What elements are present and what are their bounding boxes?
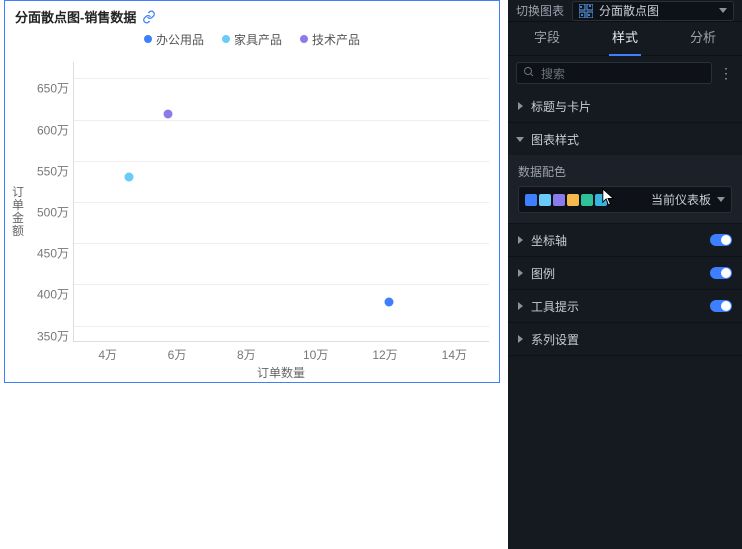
chart-title: 分面散点图-销售数据 bbox=[15, 7, 136, 26]
data-point[interactable] bbox=[163, 109, 172, 118]
chevron-right-icon bbox=[518, 236, 523, 244]
chevron-right-icon bbox=[518, 302, 523, 310]
palette-swatch bbox=[595, 194, 607, 206]
panel-tabs: 字段 样式 分析 bbox=[508, 22, 742, 56]
section-tooltip[interactable]: 工具提示 bbox=[508, 290, 742, 322]
palette-swatch bbox=[581, 194, 593, 206]
section-label: 坐标轴 bbox=[531, 232, 567, 249]
palette-swatch bbox=[553, 194, 565, 206]
legend-dot-icon bbox=[222, 35, 230, 43]
switch-label: 切换图表 bbox=[516, 2, 564, 19]
xtick-label: 14万 bbox=[442, 346, 467, 363]
legend-label: 办公用品 bbox=[156, 31, 204, 48]
data-color-label: 数据配色 bbox=[518, 163, 732, 180]
legend-item[interactable]: 办公用品 bbox=[144, 31, 204, 48]
palette-swatch bbox=[567, 194, 579, 206]
link-icon[interactable] bbox=[142, 10, 156, 24]
search-icon bbox=[523, 66, 535, 81]
legend-label: 家具产品 bbox=[234, 31, 282, 48]
xtick-label: 4万 bbox=[98, 346, 117, 363]
legend-dot-icon bbox=[144, 35, 152, 43]
toggle-legend[interactable] bbox=[710, 267, 732, 279]
section-label: 图例 bbox=[531, 265, 555, 282]
search-input[interactable]: 搜索 bbox=[516, 62, 712, 84]
legend-dot-icon bbox=[300, 35, 308, 43]
chevron-right-icon bbox=[518, 269, 523, 277]
data-point[interactable] bbox=[125, 173, 134, 182]
section-title-card[interactable]: 标题与卡片 bbox=[508, 90, 742, 122]
property-panel: 切换图表 分面散点图 字段 样式 分析 搜索 ⋮ 标题与卡片 bbox=[508, 0, 742, 549]
section-label: 系列设置 bbox=[531, 331, 579, 348]
ytick-label: 550万 bbox=[37, 162, 69, 179]
chevron-down-icon bbox=[719, 8, 727, 13]
chart-card[interactable]: 分面散点图-销售数据 办公用品 家具产品 技术产品 bbox=[4, 0, 500, 383]
xtick-label: 10万 bbox=[303, 346, 328, 363]
yaxis-title: 订单金额 bbox=[11, 186, 25, 238]
ytick-label: 400万 bbox=[37, 286, 69, 303]
data-color-block: 数据配色 当前仪表板 bbox=[508, 155, 742, 223]
chart-legend: 办公用品 家具产品 技术产品 bbox=[5, 26, 499, 52]
palette-swatch bbox=[539, 194, 551, 206]
section-label: 图表样式 bbox=[531, 131, 579, 148]
tab-style[interactable]: 样式 bbox=[586, 22, 664, 55]
search-placeholder: 搜索 bbox=[541, 65, 565, 82]
palette-swatch bbox=[525, 194, 537, 206]
faceted-scatter-icon bbox=[579, 4, 593, 18]
tab-fields[interactable]: 字段 bbox=[508, 22, 586, 55]
ytick-label: 650万 bbox=[37, 80, 69, 97]
chart-type-switcher: 切换图表 分面散点图 bbox=[508, 0, 742, 22]
chevron-down-icon bbox=[516, 137, 524, 142]
chevron-down-icon bbox=[717, 197, 725, 202]
data-point[interactable] bbox=[385, 298, 394, 307]
ytick-label: 450万 bbox=[37, 245, 69, 262]
ytick-label: 500万 bbox=[37, 204, 69, 221]
chart-type-value: 分面散点图 bbox=[599, 2, 659, 19]
section-series-config[interactable]: 系列设置 bbox=[508, 323, 742, 355]
xtick-label: 8万 bbox=[237, 346, 256, 363]
section-label: 工具提示 bbox=[531, 298, 579, 315]
section-legend[interactable]: 图例 bbox=[508, 257, 742, 289]
xaxis-title: 订单数量 bbox=[73, 364, 489, 381]
chart-plot: 订单金额 650万 600万 550万 500万 450万 400万 350万 4万 6万 8万… bbox=[5, 52, 499, 382]
section-chart-style[interactable]: 图表样式 bbox=[508, 123, 742, 155]
xtick-label: 6万 bbox=[168, 346, 187, 363]
legend-item[interactable]: 家具产品 bbox=[222, 31, 282, 48]
palette-select[interactable]: 当前仪表板 bbox=[518, 186, 732, 213]
more-icon[interactable]: ⋮ bbox=[718, 65, 734, 82]
tab-analysis[interactable]: 分析 bbox=[664, 22, 742, 55]
toggle-tooltip[interactable] bbox=[710, 300, 732, 312]
toggle-axes[interactable] bbox=[710, 234, 732, 246]
chevron-right-icon bbox=[518, 335, 523, 343]
ytick-label: 350万 bbox=[37, 327, 69, 344]
xtick-label: 12万 bbox=[372, 346, 397, 363]
section-axes[interactable]: 坐标轴 bbox=[508, 224, 742, 256]
section-label: 标题与卡片 bbox=[531, 98, 591, 115]
legend-item[interactable]: 技术产品 bbox=[300, 31, 360, 48]
palette-scope: 当前仪表板 bbox=[651, 191, 711, 208]
chevron-right-icon bbox=[518, 102, 523, 110]
chart-type-select[interactable]: 分面散点图 bbox=[572, 1, 734, 21]
ytick-label: 600万 bbox=[37, 121, 69, 138]
canvas-area: 分面散点图-销售数据 办公用品 家具产品 技术产品 bbox=[0, 0, 508, 549]
legend-label: 技术产品 bbox=[312, 31, 360, 48]
